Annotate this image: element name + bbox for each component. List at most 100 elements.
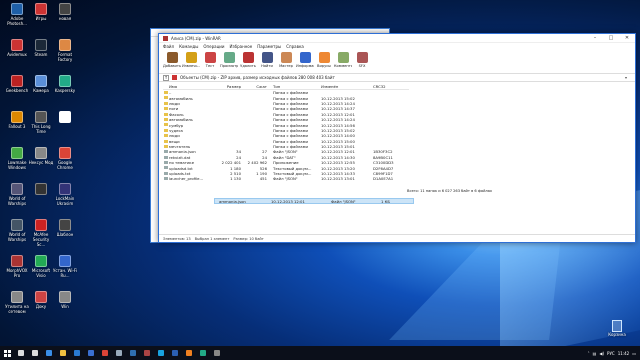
toolbar-button[interactable]: Мастер <box>277 52 295 68</box>
desktop-icon[interactable]: Kaspersky <box>52 75 78 93</box>
desktop-icon-label: Adobe Photosh... <box>7 16 27 26</box>
table-row[interactable]: launcher_profile... 1 130 451 Файл "JSON" 10… <box>163 176 409 181</box>
up-folder-button[interactable]: ↑ <box>163 74 169 81</box>
archive-icon <box>172 75 177 80</box>
taskbar-photoshop-button[interactable] <box>126 346 140 360</box>
column-header[interactable]: Тип <box>269 84 321 89</box>
recycle-bin[interactable]: Корзина <box>602 320 632 337</box>
desktop-icon-label: Fallout 3 <box>8 124 26 129</box>
toolbar-button[interactable]: SFX <box>353 52 371 68</box>
column-header[interactable]: CRC32 <box>373 84 409 89</box>
desktop-icon[interactable]: Geekbench <box>4 75 30 93</box>
column-header[interactable]: Имя <box>163 84 217 89</box>
toolbar-button[interactable]: Удалить <box>239 52 257 68</box>
maximize-button[interactable]: □ <box>603 34 619 43</box>
toolbar-button[interactable]: Найти <box>258 52 276 68</box>
desktop-icon[interactable]: World of Warships <box>4 219 30 242</box>
desktop-icon[interactable]: новая <box>52 3 78 21</box>
toolbar-button[interactable]: Тест <box>201 52 219 68</box>
desktop-icon[interactable]: Устан. Wi-Fi Ru... <box>52 255 78 278</box>
desktop-icon[interactable]: MorphVOX Pro <box>4 255 30 278</box>
menu-item[interactable]: Команды <box>179 44 198 49</box>
desktop-icon[interactable]: Fallout 3 <box>4 111 30 129</box>
cell-crc: D1A0E7A1 <box>373 176 394 182</box>
dragged-file-row[interactable]: ammonia.json 10.12.2013 12:01 Файл "JSON… <box>214 198 414 204</box>
taskbar-winrar-button[interactable] <box>140 346 154 360</box>
menu-item[interactable]: Файл <box>163 44 174 49</box>
desktop-app-icon <box>59 75 71 87</box>
toolbar-button[interactable]: Просмотр <box>220 52 238 68</box>
desktop-icon[interactable]: World of Warships <box>4 183 30 206</box>
desktop-icon[interactable] <box>28 183 54 196</box>
toolbar-button-icon <box>166 52 178 63</box>
taskbar-mail-button[interactable] <box>84 346 98 360</box>
menu-item[interactable]: Операции <box>203 44 224 49</box>
desktop-app-icon <box>35 183 47 195</box>
toolbar-button[interactable]: Вирусы <box>315 52 333 68</box>
taskbar-vlc-button[interactable] <box>182 346 196 360</box>
desktop-app-icon <box>35 75 47 87</box>
tray-arrow-icon[interactable]: ˄ <box>588 351 590 356</box>
taskbar-steam-button[interactable] <box>112 346 126 360</box>
taskbar-edge-button[interactable] <box>42 346 56 360</box>
desktop-icon[interactable]: Win <box>52 291 78 309</box>
desktop-icon[interactable]: Microsoft Visio <box>28 255 54 278</box>
clock[interactable]: 11:42 <box>618 351 630 356</box>
desktop-icon-label: Avidemux <box>7 52 27 57</box>
taskbar-task-view-button[interactable] <box>28 346 42 360</box>
desktop-icon[interactable]: Lowmake Windows <box>4 147 30 170</box>
column-header[interactable]: Размер <box>217 84 243 89</box>
desktop-icon[interactable]: Avidemux <box>4 39 30 57</box>
taskbar-app-button[interactable] <box>210 346 224 360</box>
menu-item[interactable]: Справка <box>286 44 304 49</box>
taskbar-explorer-button[interactable] <box>56 346 70 360</box>
taskbar-store-button[interactable] <box>70 346 84 360</box>
recycle-bin-icon <box>612 320 622 332</box>
desktop-icon[interactable]: Шаблон <box>52 219 78 237</box>
desktop-icon[interactable]: McAfee Security Sc... <box>28 219 54 247</box>
desktop-icon-label: Geekbench <box>5 88 29 93</box>
winrar-window[interactable]: Алиса (СМ).zip - WinRAR – □ ✕ Файл Команд… <box>158 33 636 243</box>
taskbar-search-button[interactable] <box>14 346 28 360</box>
start-button[interactable] <box>0 346 14 360</box>
desktop-icon[interactable]: Камера <box>28 75 54 93</box>
taskbar-kaspersky-button[interactable] <box>196 346 210 360</box>
status-text: Выбран 1 элемент <box>194 236 230 241</box>
toolbar-button-icon <box>280 52 292 63</box>
volume-icon[interactable]: ◀) <box>599 351 604 356</box>
desktop-app-icon <box>35 291 47 303</box>
desktop-icon[interactable]: Steam <box>28 39 54 57</box>
toolbar-button-label: Удалить <box>240 64 256 68</box>
word-icon <box>172 350 178 356</box>
path-dropdown-icon[interactable]: ▾ <box>625 75 631 80</box>
desktop-icon[interactable]: Format Factory <box>52 39 78 62</box>
desktop-icon[interactable] <box>52 111 78 124</box>
close-button[interactable]: ✕ <box>619 34 635 43</box>
desktop-icon[interactable]: This Long Time <box>28 111 54 134</box>
column-header[interactable]: Изменён <box>321 84 373 89</box>
taskbar-word-button[interactable] <box>168 346 182 360</box>
file-rows: .. Папка с файлами автомобиль Папка с файла… <box>163 90 409 182</box>
menu-item[interactable]: Избранное <box>230 44 253 49</box>
desktop-icon[interactable]: Adobe Photosh... <box>4 3 30 26</box>
toolbar-button[interactable]: Извлечь... <box>182 52 200 68</box>
desktop-icon[interactable]: Нексус Мод <box>28 147 54 165</box>
network-icon[interactable]: ▤ <box>593 351 597 356</box>
desktop-icon[interactable]: LockMain Ukrasim <box>52 183 78 206</box>
system-tray: ˄ ▤ ◀) РУС 11:42 ▭ <box>588 351 640 356</box>
desktop-icon[interactable]: Утилита на сетевом <box>4 291 30 314</box>
taskbar-chrome-button[interactable] <box>98 346 112 360</box>
language-indicator[interactable]: РУС <box>607 351 615 356</box>
desktop-icon[interactable]: Google Chrome <box>52 147 78 170</box>
desktop-icon[interactable]: Игры <box>28 3 54 21</box>
desktop-icon[interactable]: Доку <box>28 291 54 309</box>
notifications-icon[interactable]: ▭ <box>632 351 636 356</box>
toolbar-button[interactable]: Комментарий <box>334 52 352 68</box>
winrar-titlebar[interactable]: Алиса (СМ).zip - WinRAR – □ ✕ <box>159 34 635 43</box>
toolbar-button[interactable]: Добавить <box>163 52 181 68</box>
minimize-button[interactable]: – <box>587 34 603 43</box>
menu-item[interactable]: Параметры <box>257 44 281 49</box>
toolbar-button[interactable]: Информация <box>296 52 314 68</box>
taskbar-skype-button[interactable] <box>154 346 168 360</box>
column-header[interactable]: Сжат <box>243 84 269 89</box>
